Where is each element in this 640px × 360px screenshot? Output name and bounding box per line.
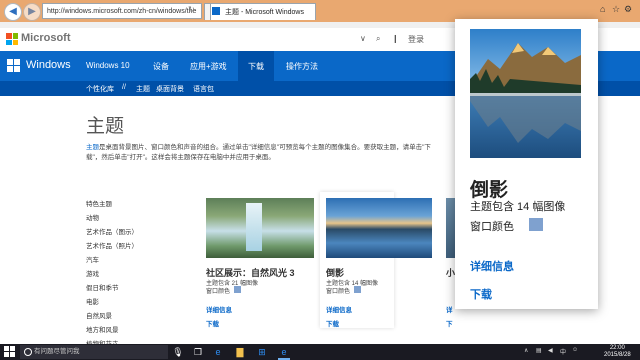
tray-volume-icon[interactable]: ◀ bbox=[548, 347, 553, 354]
intro-text: 是桌面背景图片、窗口颜色和声音的组合。通过单击"详细信息"可预览每个主题的图像集… bbox=[86, 144, 431, 161]
subnav-desktop-backgrounds[interactable]: 桌面背景 bbox=[156, 84, 184, 94]
favorites-icon[interactable]: ☆ bbox=[612, 4, 620, 15]
card-nature3-color-swatch bbox=[234, 286, 241, 293]
start-button[interactable] bbox=[4, 346, 16, 358]
cortana-search-box[interactable]: 有问题尽管问我 bbox=[20, 345, 168, 359]
reflection-landscape-image bbox=[470, 29, 581, 158]
address-bar[interactable]: http://windows.microsoft.com/zh-cn/windo… bbox=[42, 3, 202, 19]
subnav-separator: // bbox=[122, 84, 126, 91]
card-third-download-link[interactable]: 下 bbox=[446, 318, 453, 328]
header-search-icon[interactable]: ⌕ bbox=[376, 34, 380, 44]
page-title: 主题 bbox=[86, 116, 125, 137]
nav-item-howto[interactable]: 操作方法 bbox=[286, 61, 318, 72]
popup-details-link[interactable]: 详细信息 bbox=[470, 258, 514, 274]
card-nature3-color-label: 窗口颜色 bbox=[206, 289, 231, 295]
edge-browser-icon[interactable]: e bbox=[212, 346, 224, 358]
category-movies[interactable]: 电影 bbox=[86, 296, 99, 306]
tray-language-icon[interactable]: 中 bbox=[560, 347, 566, 356]
intro-paragraph: 主题是桌面背景图片、窗口颜色和声音的组合。通过单击"详细信息"可预览每个主题的图… bbox=[86, 143, 446, 163]
card-reflection-color-swatch bbox=[354, 286, 361, 293]
card-reflection-thumbnail[interactable] bbox=[326, 198, 432, 258]
card-nature3-details-link[interactable]: 详细信息 bbox=[206, 304, 232, 314]
windows-logo-icon[interactable] bbox=[7, 59, 21, 73]
card-reflection-color-label: 窗口颜色 bbox=[326, 289, 351, 295]
clock-date: 2015/8/28 bbox=[604, 352, 631, 358]
tray-network-icon[interactable]: ▤ bbox=[536, 347, 542, 354]
task-view-icon[interactable]: ❐ bbox=[192, 346, 204, 358]
category-animals[interactable]: 动物 bbox=[86, 212, 99, 222]
subnav-language-packs[interactable]: 语言包 bbox=[193, 84, 214, 94]
card-reflection-details-link[interactable]: 详细信息 bbox=[326, 304, 352, 314]
category-games[interactable]: 游戏 bbox=[86, 268, 99, 278]
card-reflection-download-link[interactable]: 下载 bbox=[326, 318, 339, 328]
category-holidays[interactable]: 假日和季节 bbox=[86, 282, 119, 292]
subnav-personalization[interactable]: 个性化库 bbox=[86, 84, 114, 94]
category-places[interactable]: 地方和风景 bbox=[86, 324, 119, 334]
tray-chevron-icon[interactable]: ∧ bbox=[524, 347, 528, 354]
cortana-circle-icon bbox=[24, 348, 32, 356]
taskbar-clock[interactable]: 22:00 2015/8/28 bbox=[604, 345, 631, 359]
popup-image-count: 主题包含 14 幅图像 bbox=[470, 201, 566, 213]
popup-color-swatch bbox=[529, 218, 543, 231]
nav-item-apps-games[interactable]: 应用+游戏 bbox=[190, 61, 227, 72]
file-explorer-icon[interactable]: ▇ bbox=[234, 346, 246, 358]
category-featured[interactable]: 特色主题 bbox=[86, 198, 112, 208]
category-cars[interactable]: 汽车 bbox=[86, 254, 99, 264]
header-cart-icon[interactable]: ❙ bbox=[392, 34, 399, 43]
intro-link[interactable]: 主题 bbox=[86, 144, 99, 151]
refresh-icon[interactable]: ↻ bbox=[188, 5, 195, 14]
category-art-photo[interactable]: 艺术作品（照片） bbox=[86, 240, 138, 250]
back-button[interactable]: ◀ bbox=[4, 3, 22, 21]
nav-item-windows10[interactable]: Windows 10 bbox=[86, 61, 130, 70]
internet-explorer-icon[interactable]: e bbox=[278, 346, 290, 360]
card-third-details-link[interactable]: 详 bbox=[446, 304, 453, 314]
nav-item-download[interactable]: 下载 bbox=[248, 61, 264, 72]
browser-tab-themes[interactable]: 主题 - Microsoft Windows bbox=[210, 3, 316, 20]
card-nature3-thumbnail[interactable] bbox=[206, 198, 314, 258]
popup-reflection-image bbox=[470, 29, 581, 158]
popup-download-link[interactable]: 下载 bbox=[470, 286, 492, 302]
microsoft-logo-icon[interactable] bbox=[6, 33, 18, 45]
windows-title[interactable]: Windows bbox=[26, 59, 71, 71]
store-icon[interactable]: ⊞ bbox=[256, 346, 268, 358]
subnav-themes[interactable]: 主题 bbox=[136, 84, 150, 94]
category-nature[interactable]: 自然风景 bbox=[86, 310, 112, 320]
tray-ime-icon[interactable]: ☺ bbox=[572, 347, 578, 353]
forward-button[interactable]: ▶ bbox=[23, 3, 41, 21]
microphone-icon[interactable]: 🎙 bbox=[172, 346, 184, 358]
home-icon[interactable]: ⌂ bbox=[600, 4, 605, 14]
card-third-title[interactable]: 小 bbox=[446, 266, 455, 279]
category-art-illustration[interactable]: 艺术作品（图示） bbox=[86, 226, 138, 236]
microsoft-brand[interactable]: Microsoft bbox=[21, 32, 71, 44]
nav-item-devices[interactable]: 设备 bbox=[153, 61, 169, 72]
tab-favicon-icon bbox=[212, 7, 220, 15]
popup-color-label: 窗口颜色 bbox=[470, 221, 514, 233]
card-nature3-download-link[interactable]: 下载 bbox=[206, 318, 219, 328]
header-signin-link[interactable]: 登录 bbox=[408, 34, 424, 45]
header-dropdown-icon[interactable]: ∨ bbox=[360, 34, 366, 43]
settings-gear-icon[interactable]: ⚙ bbox=[624, 4, 632, 15]
clock-time: 22:00 bbox=[609, 345, 625, 351]
